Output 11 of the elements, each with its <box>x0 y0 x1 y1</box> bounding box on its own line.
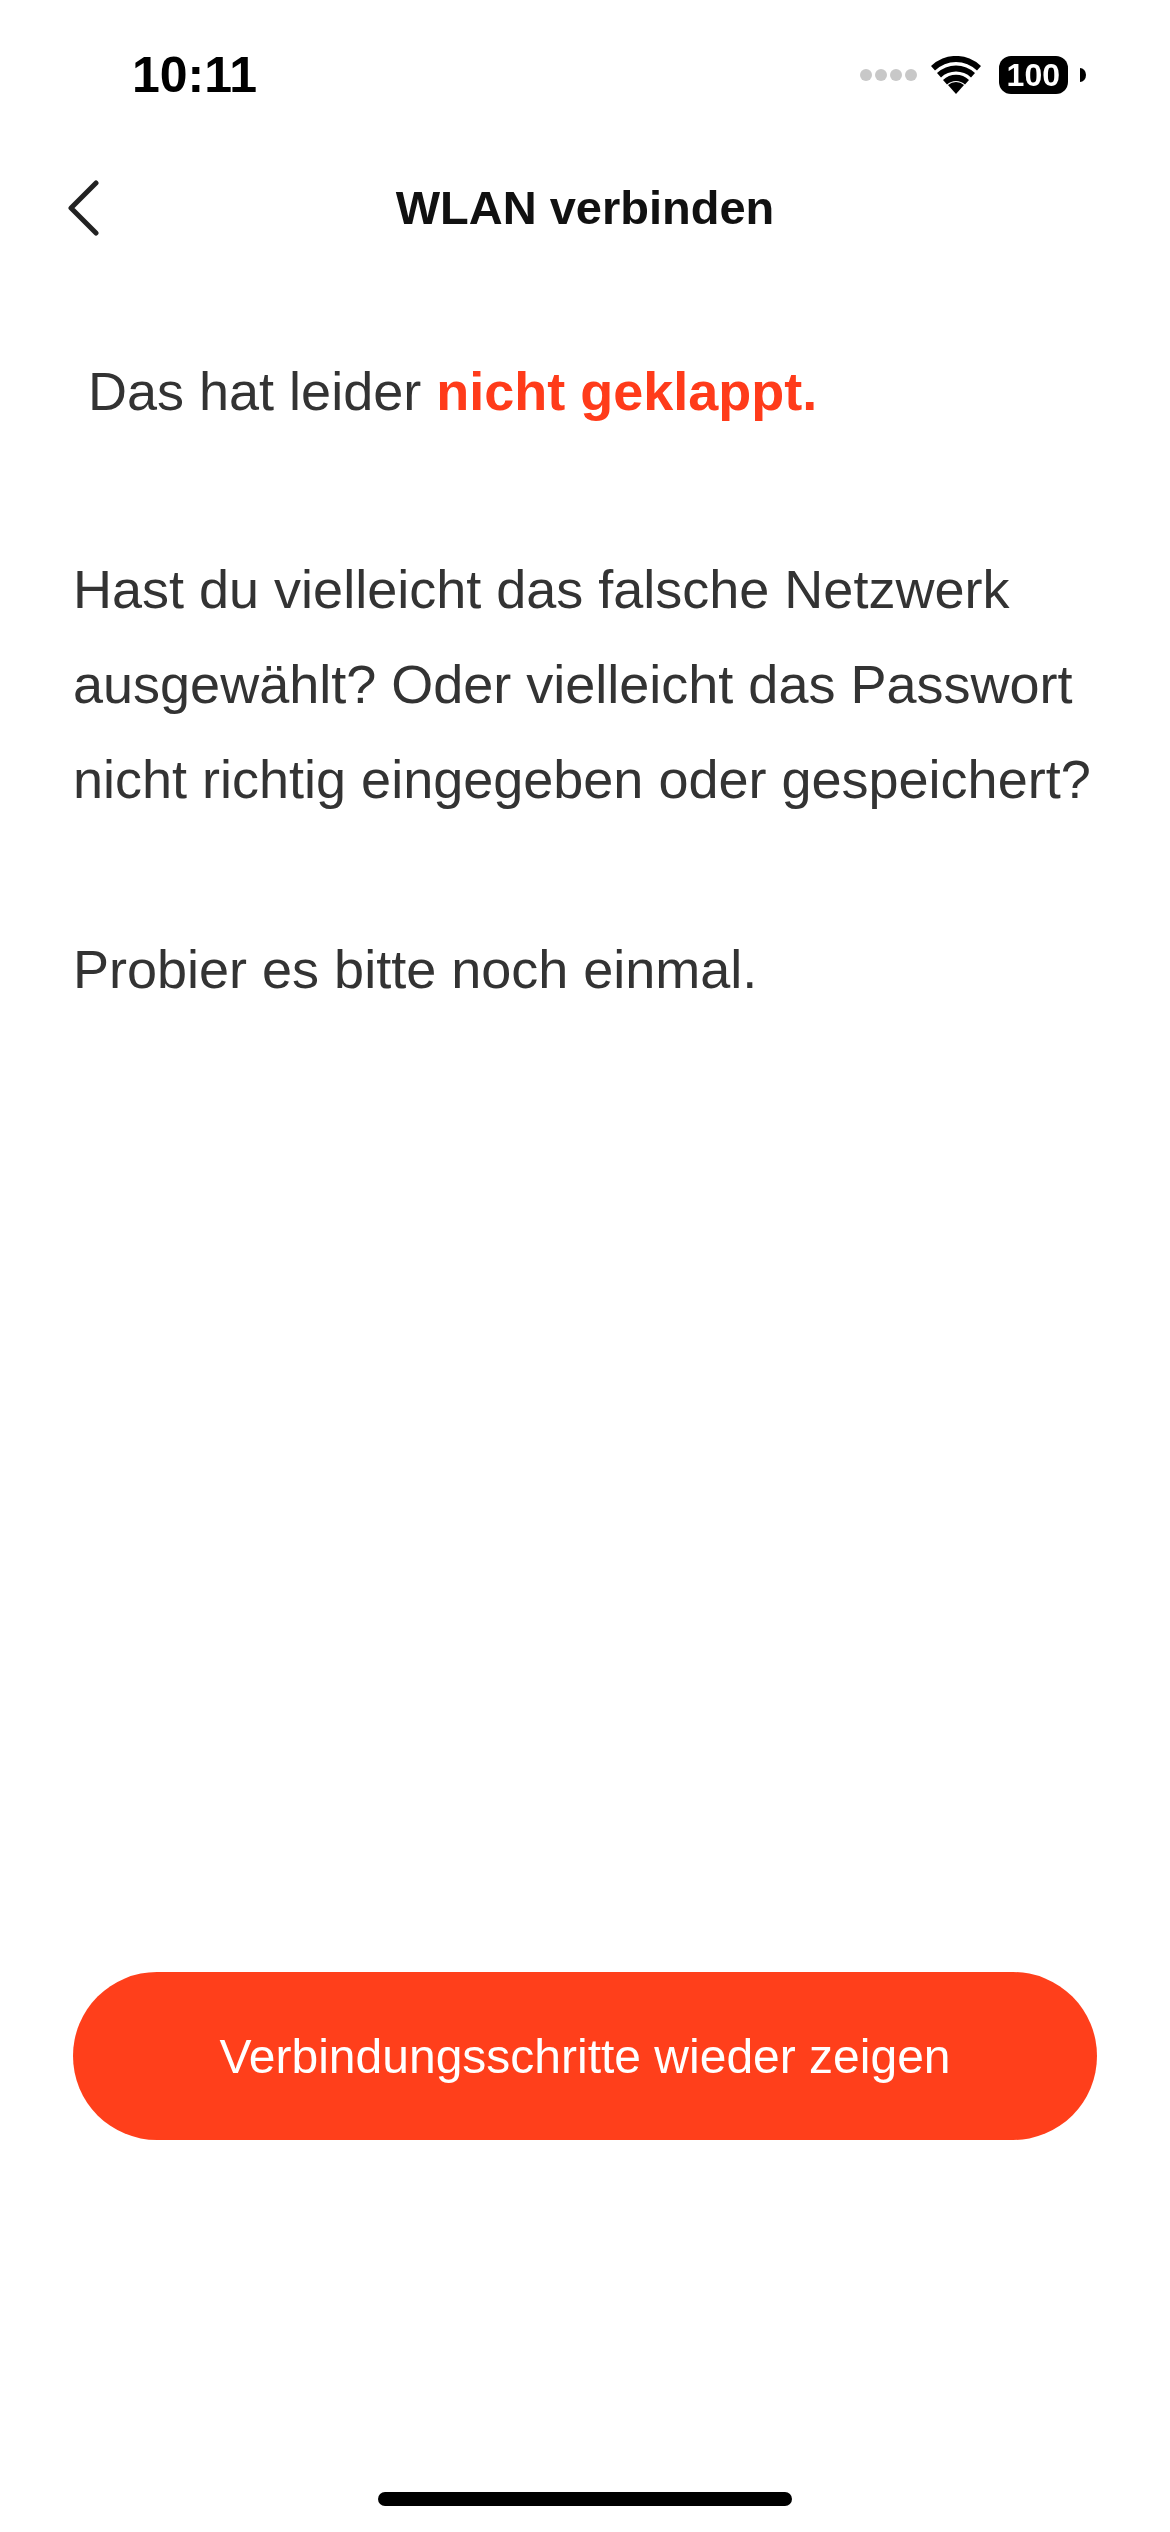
screen-title: WLAN verbinden <box>395 180 775 235</box>
battery-level: 100 <box>998 56 1068 94</box>
message-text: Hast du vielleicht das falsche Netzwerk ausgewählt? Oder vielleicht das Passwort nicht richtig eingegeben oder gespeichert? <box>73 558 1092 811</box>
battery-tip-icon <box>1080 68 1086 82</box>
message-text: Probier es bitte noch einmal. <box>73 938 759 1001</box>
wifi-icon <box>930 56 981 94</box>
cellular-signal-icon <box>858 68 919 82</box>
back-icon[interactable] <box>66 180 100 236</box>
show-steps-button[interactable]: Verbindungsschritte wieder zeigen <box>73 1972 1097 2140</box>
status-time: 10:11 <box>132 46 258 104</box>
headline: Das hat leider nicht geklappt. <box>88 360 819 422</box>
